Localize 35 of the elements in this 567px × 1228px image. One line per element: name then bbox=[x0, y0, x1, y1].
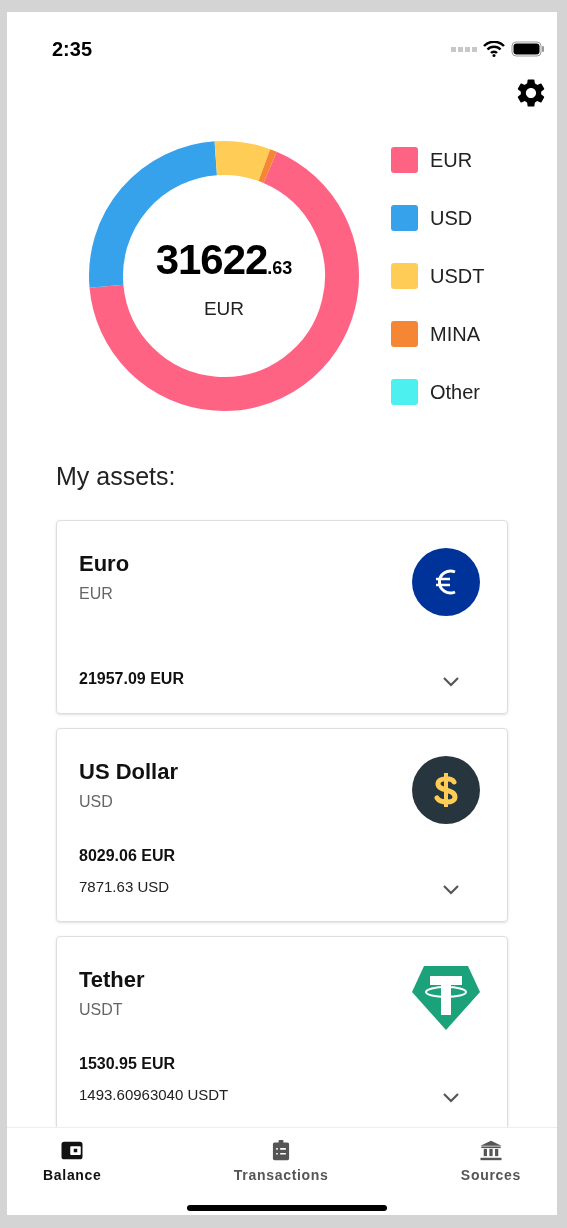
asset-card[interactable]: Euro EUR 21957.09 EUR bbox=[56, 519, 508, 714]
chevron-down-icon[interactable] bbox=[442, 675, 460, 687]
total-balance: 31622.63 bbox=[155, 235, 293, 286]
tab-button[interactable]: Sources bbox=[460, 1140, 521, 1186]
wallet-icon bbox=[59, 1140, 86, 1161]
balance-currency: EUR bbox=[203, 297, 245, 322]
legend-label: EUR bbox=[430, 148, 473, 173]
legend-label: USDT bbox=[430, 264, 485, 289]
asset-value: 1530.95 EUR bbox=[79, 1054, 177, 1074]
assets-heading: My assets: bbox=[56, 461, 177, 492]
asset-code: USDT bbox=[79, 999, 124, 1020]
battery-icon bbox=[511, 41, 545, 57]
tab-button[interactable]: Transactions bbox=[233, 1140, 329, 1186]
wifi-icon bbox=[483, 41, 505, 57]
tab-button[interactable]: Balance bbox=[43, 1140, 102, 1186]
legend-label: MINA bbox=[430, 322, 480, 347]
legend-label: USD bbox=[430, 206, 473, 231]
chevron-down-icon[interactable] bbox=[442, 1091, 460, 1103]
asset-name: US Dollar bbox=[79, 757, 179, 786]
asset-name: Tether bbox=[79, 965, 145, 994]
asset-value: 21957.09 EUR bbox=[79, 668, 184, 689]
legend-label: Other bbox=[430, 380, 481, 405]
asset-code: EUR bbox=[79, 583, 114, 604]
asset-value: 8029.06 EUR bbox=[79, 846, 176, 866]
chevron-down-icon[interactable] bbox=[442, 883, 460, 895]
asset-amount: 7871.63 USD bbox=[79, 877, 171, 897]
asset-code: USD bbox=[79, 791, 114, 812]
asset-card[interactable]: US Dollar USD 8029.06 EUR 7871.63 USD bbox=[56, 727, 508, 922]
signal-icon bbox=[451, 46, 477, 52]
dollar-coin-icon bbox=[412, 755, 480, 824]
asset-amount: 1493.60963040 USDT bbox=[79, 1085, 229, 1105]
euro-coin-icon bbox=[412, 547, 480, 616]
asset-name: Euro bbox=[79, 549, 130, 578]
status-time: 2:35 bbox=[52, 37, 93, 62]
tether-logo-icon bbox=[412, 963, 480, 1032]
